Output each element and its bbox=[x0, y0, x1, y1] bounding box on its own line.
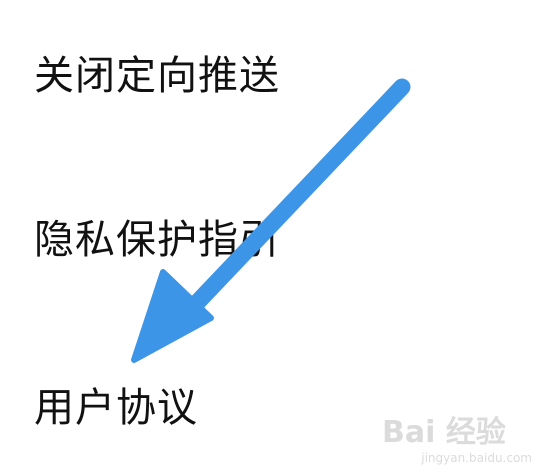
menu-item-label: 用户协议 bbox=[34, 385, 198, 431]
watermark-url: jingyan.baidu.com bbox=[421, 451, 532, 465]
watermark-brand: Bai 经验 bbox=[382, 415, 506, 450]
annotation-arrow-head bbox=[131, 269, 214, 363]
menu-item-close-targeted-push[interactable]: 关闭定向推送 bbox=[34, 56, 280, 96]
menu-item-privacy-guide[interactable]: 隐私保护指引 bbox=[34, 220, 280, 260]
menu-item-label: 关闭定向推送 bbox=[34, 53, 280, 99]
menu-item-user-agreement[interactable]: 用户协议 bbox=[34, 388, 198, 428]
annotation-arrow-shaft bbox=[183, 78, 411, 317]
menu-item-label: 隐私保护指引 bbox=[34, 217, 280, 263]
baidu-jingyan-watermark: Bai 经验 jingyan.baidu.com bbox=[382, 405, 532, 465]
